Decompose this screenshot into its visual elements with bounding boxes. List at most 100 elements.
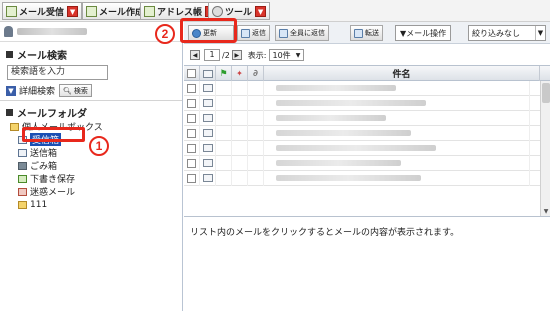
- forward-button[interactable]: 転送: [350, 25, 383, 41]
- row-checkbox[interactable]: [187, 143, 196, 153]
- folder-item-label: 下書き保存: [30, 175, 76, 185]
- row-subject-cell[interactable]: [264, 140, 530, 156]
- row-subject-cell[interactable]: [264, 95, 530, 111]
- tab-mail-compose[interactable]: メール作成: [82, 2, 149, 20]
- priority-icon: ✦: [236, 69, 243, 78]
- row-subject-cell[interactable]: [264, 110, 530, 126]
- table-row[interactable]: [184, 110, 550, 126]
- flag-icon: ⚑: [219, 68, 228, 79]
- section-bullet-icon: [6, 108, 13, 116]
- prev-page-icon[interactable]: ◀: [190, 50, 200, 60]
- row-attachment-cell: [248, 95, 264, 111]
- column-read-status[interactable]: [200, 66, 216, 81]
- address-book-icon: [144, 5, 155, 17]
- reply-all-icon: [279, 28, 288, 38]
- trash-icon: [18, 161, 27, 170]
- row-priority-cell: [232, 155, 248, 171]
- row-priority-cell: [232, 140, 248, 156]
- envelope-icon: [202, 174, 213, 182]
- tools-icon: [212, 5, 223, 17]
- row-status-cell: [200, 125, 216, 141]
- page-number-input[interactable]: 1: [204, 49, 220, 61]
- row-checkbox[interactable]: [187, 83, 196, 93]
- mail-operation-menu[interactable]: ▼メール操作: [395, 25, 452, 41]
- column-subject[interactable]: 件名: [264, 66, 540, 81]
- search-input[interactable]: 検索語を入力: [7, 65, 108, 80]
- column-flag[interactable]: ⚑: [216, 66, 232, 81]
- folder-item-draft[interactable]: 下書き保存: [18, 172, 180, 185]
- row-select-cell: [184, 140, 200, 156]
- row-priority-cell: [232, 170, 248, 186]
- folder-item-spam[interactable]: 迷惑メール: [18, 185, 180, 198]
- table-row[interactable]: [184, 170, 550, 186]
- row-checkbox[interactable]: [187, 173, 196, 183]
- advanced-search-row: ▼ 詳細検索 🔍︎ 検索: [6, 84, 92, 97]
- redacted-subject: [276, 115, 386, 121]
- row-status-cell: [200, 110, 216, 126]
- envelope-icon: [202, 69, 213, 78]
- mail-list-header: ⚑ ✦ ∂ 件名: [184, 66, 550, 81]
- table-row[interactable]: [184, 140, 550, 156]
- folder-item-trash[interactable]: ごみ箱: [18, 159, 180, 172]
- folder-item-111[interactable]: 111: [18, 198, 180, 211]
- row-subject-cell[interactable]: [264, 80, 530, 96]
- column-attachment[interactable]: ∂: [248, 66, 264, 81]
- row-select-cell: [184, 125, 200, 141]
- row-flag-cell: [216, 140, 232, 156]
- search-button[interactable]: 🔍︎ 検索: [59, 84, 92, 97]
- row-flag-cell: [216, 155, 232, 171]
- vertical-scrollbar[interactable]: ▼: [540, 81, 550, 216]
- checkbox-icon[interactable]: ▼: [6, 85, 16, 96]
- row-checkbox[interactable]: [187, 128, 196, 138]
- sent-icon: [18, 148, 27, 157]
- folder-item-label: ごみ箱: [30, 162, 58, 172]
- select-all-checkbox[interactable]: [184, 66, 200, 81]
- advanced-search-label[interactable]: 詳細検索: [19, 84, 55, 97]
- envelope-icon: [202, 114, 213, 122]
- mailbox-icon: [10, 122, 19, 131]
- row-status-cell: [200, 80, 216, 96]
- row-status-cell: [200, 155, 216, 171]
- table-row[interactable]: [184, 125, 550, 141]
- callout-number-1: 1: [89, 136, 109, 156]
- main-area: 更新 返信 全員に返信 転送 ▼メール操作 絞り込みなし ▼ ◀ 1 /2 ▶ …: [184, 22, 550, 311]
- preview-placeholder-text: リスト内のメールをクリックするとメールの内容が表示されます。: [190, 228, 460, 238]
- reply-button[interactable]: 返信: [237, 25, 270, 41]
- row-checkbox[interactable]: [187, 158, 196, 168]
- row-subject-cell[interactable]: [264, 125, 530, 141]
- scroll-thumb[interactable]: [542, 83, 550, 103]
- filter-select[interactable]: 絞り込みなし ▼: [468, 25, 546, 41]
- row-priority-cell: [232, 80, 248, 96]
- table-row[interactable]: [184, 80, 550, 96]
- chevron-down-icon[interactable]: ▼: [67, 5, 79, 17]
- mail-list: ⚑ ✦ ∂ 件名: [184, 65, 550, 216]
- section-bullet-icon: [6, 50, 13, 58]
- mail-search-title: メール検索: [17, 50, 67, 62]
- table-row[interactable]: [184, 155, 550, 171]
- folder-item-label: 111: [30, 199, 48, 210]
- row-select-cell: [184, 155, 200, 171]
- row-select-cell: [184, 110, 200, 126]
- tab-address-book-label: アドレス帳: [157, 7, 203, 18]
- column-priority[interactable]: ✦: [232, 66, 248, 81]
- reply-icon: [241, 28, 250, 38]
- row-checkbox[interactable]: [187, 113, 196, 123]
- table-row[interactable]: [184, 95, 550, 111]
- row-attachment-cell: [248, 170, 264, 186]
- next-page-icon[interactable]: ▶: [231, 50, 242, 60]
- row-subject-cell[interactable]: [264, 170, 530, 186]
- user-icon: [4, 26, 13, 37]
- row-subject-cell[interactable]: [264, 155, 530, 171]
- chevron-down-icon: ▼: [295, 51, 301, 59]
- scroll-down-icon[interactable]: ▼: [542, 208, 550, 215]
- row-checkbox[interactable]: [187, 98, 196, 108]
- row-priority-cell: [232, 110, 248, 126]
- tab-mail-receive[interactable]: メール受信 ▼: [2, 2, 83, 20]
- preview-pane: リスト内のメールをクリックするとメールの内容が表示されます。: [184, 216, 550, 311]
- chevron-down-icon[interactable]: ▼: [255, 5, 267, 17]
- row-status-cell: [200, 140, 216, 156]
- row-priority-cell: [232, 95, 248, 111]
- per-page-select[interactable]: 10件 ▼: [268, 49, 305, 61]
- magnifier-icon: 🔍︎: [63, 86, 72, 95]
- reply-all-button[interactable]: 全員に返信: [275, 25, 329, 41]
